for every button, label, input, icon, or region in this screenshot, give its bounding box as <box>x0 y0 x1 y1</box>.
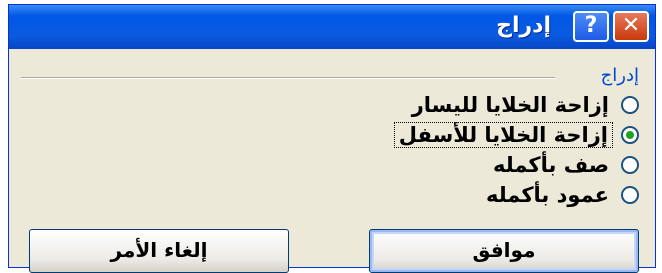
close-button[interactable]: ✕ <box>613 11 649 42</box>
radio-shift-cells-down[interactable]: إزاحة الخلايا للأسفل <box>393 121 639 149</box>
radio-selected-dot <box>626 131 634 139</box>
group-divider <box>21 77 555 79</box>
radio-button-icon[interactable] <box>621 156 639 174</box>
help-icon: ? <box>584 13 598 38</box>
close-icon: ✕ <box>621 13 641 38</box>
radio-label: إزاحة الخلايا لليسار <box>411 93 609 117</box>
help-button[interactable]: ? <box>573 11 609 42</box>
radio-button-selected-icon[interactable] <box>621 126 639 144</box>
radio-button-icon[interactable] <box>621 96 639 114</box>
dialog-title: إدراج <box>496 13 551 38</box>
title-bar[interactable]: ✕ ? إدراج <box>9 5 655 49</box>
radio-shift-cells-left[interactable]: إزاحة الخلايا لليسار <box>408 91 639 119</box>
radio-button-icon[interactable] <box>621 186 639 204</box>
group-label: إدراج <box>600 65 639 86</box>
insert-dialog: ✕ ? إدراج إدراج إزاحة الخلايا لليسار إزا… <box>8 4 656 273</box>
ok-button[interactable]: موافق <box>369 229 639 273</box>
radio-label: عمود بأكمله <box>485 183 609 207</box>
radio-label: إزاحة الخلايا للأسفل <box>393 122 613 148</box>
cancel-button[interactable]: إلغاء الأمر <box>29 229 289 273</box>
radio-label: صف بأكمله <box>493 153 609 177</box>
radio-entire-column[interactable]: عمود بأكمله <box>482 181 639 209</box>
radio-entire-row[interactable]: صف بأكمله <box>489 151 639 179</box>
dialog-body: إدراج إزاحة الخلايا لليسار إزاحة الخلايا… <box>9 49 655 273</box>
